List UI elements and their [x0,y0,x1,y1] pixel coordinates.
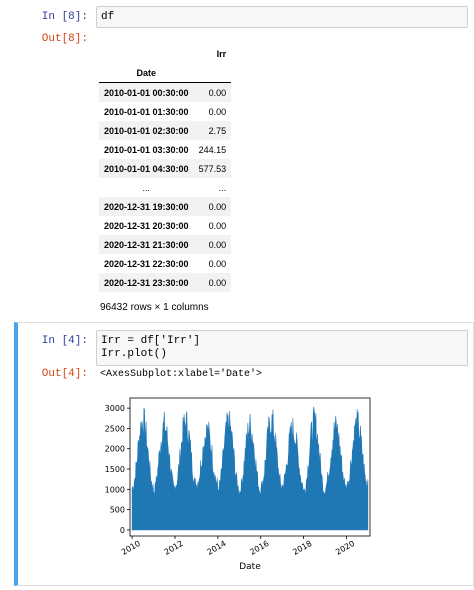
row-value: 0.00 [208,106,227,117]
series-area [131,406,369,531]
row-value: 244.15 [198,144,227,155]
row-index: 2020-12-31 21:30:00 [104,239,189,250]
row-index: 2020-12-31 20:30:00 [104,220,189,231]
row-value: 2.75 [208,125,227,136]
input-prompt-4: In [4]: [41,335,88,347]
input-prompt-8: In [8]: [41,11,88,23]
y-tick-label: 0 [120,526,125,535]
code-input-8[interactable]: df [96,6,468,28]
index-name-date: Date [136,67,157,78]
dataframe-shape: 96432 rows × 1 columns [100,302,209,313]
table-row: 2010-01-01 03:30:00 244.15 [99,140,231,159]
x-tick-label: 2012 [163,539,185,557]
dataframe-table: Irr Date 2010-01-01 00:30:00 0.00 2010-01-… [99,44,232,292]
table-row: 2010-01-01 02:30:00 2.75 [99,121,232,140]
code-input-4[interactable]: Irr = df['Irr'] Irr.plot() [96,330,468,366]
row-value: 0.00 [208,239,227,250]
table-row: 2020-12-31 22:30:00 0.00 [99,254,231,273]
table-row: 2020-12-31 23:30:00 0.00 [99,273,232,292]
row-index: 2010-01-01 03:30:00 [104,144,189,155]
row-value: 0.00 [208,258,227,269]
x-tick-label: 2010 [120,539,142,557]
output-repr-4: <AxesSubplot:xlabel='Date'> [100,369,263,380]
row-index: 2010-01-01 04:30:00 [104,163,189,174]
index-name-row: Date [99,63,232,83]
x-tick-label: 2014 [206,539,228,557]
y-tick-label: 500 [110,506,125,515]
y-tick-label: 2500 [105,424,125,433]
index-header-blank [99,44,194,63]
table-row: 2010-01-01 04:30:00 577.53 [99,159,232,178]
x-tick-label: 2018 [291,539,313,557]
index-name-blank [194,63,232,83]
row-index: 2020-12-31 23:30:00 [104,277,189,288]
y-tick-label: 2000 [105,445,125,454]
row-index: 2010-01-01 01:30:00 [104,106,189,117]
row-value: 0.00 [208,220,227,231]
row-value: 0.00 [208,277,227,288]
x-axis-label: Date [239,562,261,572]
table-row: 2010-01-01 01:30:00 0.00 [99,102,231,121]
row-index: ... [142,182,151,193]
table-row: ...... [99,178,231,197]
y-tick-label: 3000 [105,404,125,413]
table-row: 2010-01-01 00:30:00 0.00 [99,82,232,102]
row-index: 2010-01-01 02:30:00 [104,125,189,136]
x-tick-label: 2016 [248,539,270,557]
output-prompt-8: Out[8]: [41,33,88,45]
y-tick-label: 1000 [105,485,125,494]
output-prompt-4: Out[4]: [41,368,88,380]
row-index: 2020-12-31 19:30:00 [104,201,189,212]
table-row: 2020-12-31 19:30:00 0.00 [99,197,232,216]
column-header-irr: Irr [216,48,227,59]
x-tick-label: 2020 [334,539,356,557]
row-value: 0.00 [208,201,227,212]
header-row: Irr [99,44,231,63]
irradiance-plot: 0 500 1000 1500 2000 2500 3000 2010 2012 2014 2016… [105,397,371,572]
row-index: 2020-12-31 22:30:00 [104,258,189,269]
y-tick-label: 1500 [105,465,125,474]
row-value: 0.00 [208,87,227,98]
row-value: 577.53 [198,163,227,174]
row-value: ... [218,182,227,193]
table-row: 2020-12-31 20:30:00 0.00 [99,216,231,235]
row-index: 2010-01-01 00:30:00 [104,87,189,98]
table-row: 2020-12-31 21:30:00 0.00 [99,235,232,254]
